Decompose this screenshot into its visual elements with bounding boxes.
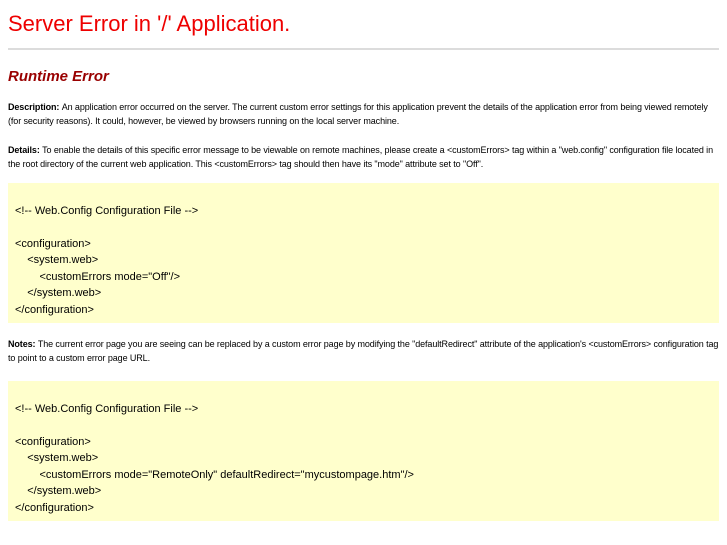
code-block-custom-errors-remoteonly: <!-- Web.Config Configuration File --> <… xyxy=(8,381,719,521)
details-label: Details: xyxy=(8,145,43,155)
description-text: An application error occurred on the ser… xyxy=(8,102,708,126)
notes-paragraph: Notes: The current error page you are se… xyxy=(8,337,719,365)
description-paragraph: Description: An application error occurr… xyxy=(8,100,719,128)
code-block-custom-errors-off: <!-- Web.Config Configuration File --> <… xyxy=(8,183,719,323)
page-title: Server Error in '/' Application. xyxy=(8,11,291,36)
details-text: To enable the details of this specific e… xyxy=(8,145,713,169)
details-paragraph: Details: To enable the details of this s… xyxy=(8,143,719,171)
web-config-remoteonly-code: <!-- Web.Config Configuration File --> <… xyxy=(15,402,414,514)
notes-label: Notes: xyxy=(8,339,38,349)
notes-text: The current error page you are seeing ca… xyxy=(8,339,719,363)
runtime-error-heading: Runtime Error xyxy=(8,68,109,85)
web-config-off-code: <!-- Web.Config Configuration File --> <… xyxy=(15,204,199,316)
description-label: Description: xyxy=(8,102,62,112)
title-divider xyxy=(8,48,719,50)
